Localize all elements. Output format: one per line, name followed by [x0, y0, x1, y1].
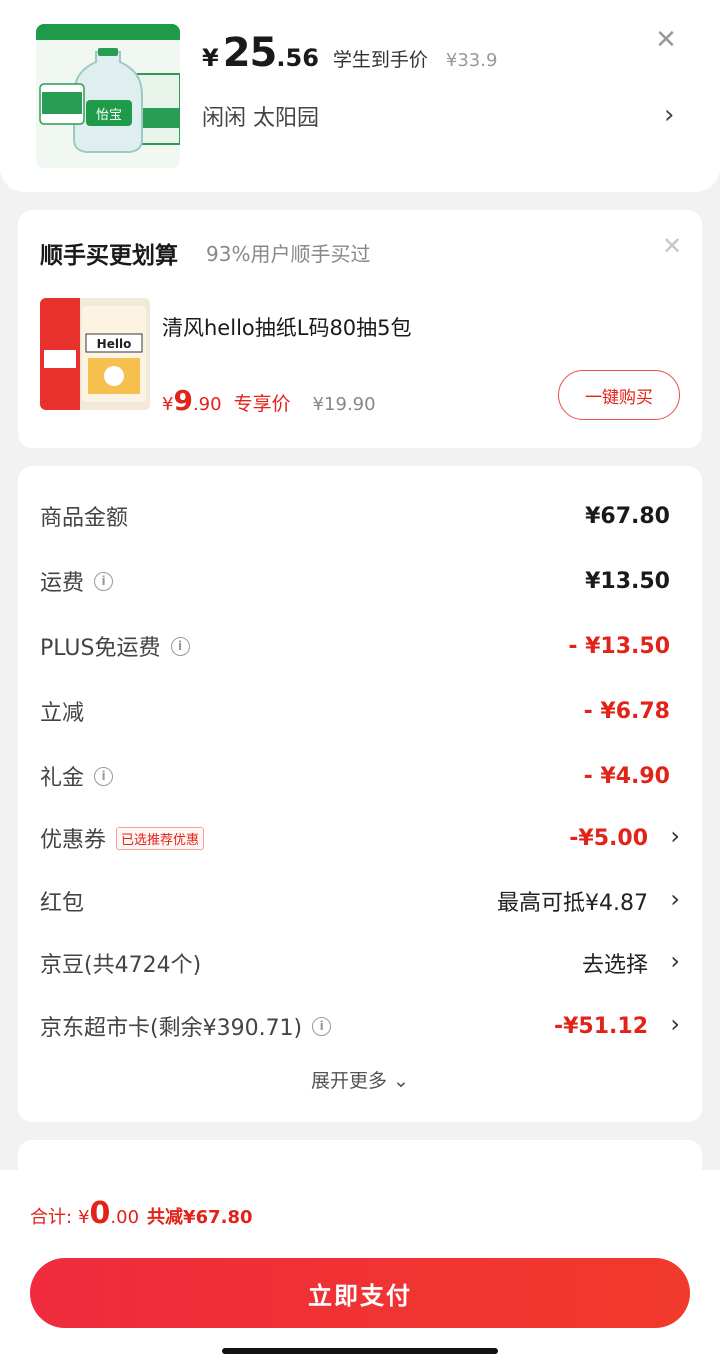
currency-symbol: ¥: [202, 44, 219, 72]
row-label: 运费 i: [40, 565, 114, 597]
bundle-recommendation-card: 顺手买更划算 93%用户顺手买过 ✕ Hello 清风hello抽纸L码80抽5…: [18, 210, 702, 448]
row-label: 立减: [40, 701, 85, 726]
row-label: PLUS免运费 i: [40, 630, 190, 662]
water-bottle-icon: 怡宝: [36, 24, 180, 168]
total-integer: 0: [89, 1196, 111, 1231]
total-decimal: .00: [110, 1207, 140, 1228]
row-value: -¥5.00: [569, 825, 648, 851]
row-value: ¥67.80: [585, 503, 670, 529]
row-value: - ¥6.78: [583, 698, 670, 724]
info-icon[interactable]: i: [94, 766, 114, 786]
row-label: 商品金额: [40, 506, 129, 531]
summary-row-jd-beans[interactable]: 京豆(共4724个) 去选择 ›: [40, 943, 680, 983]
bundle-title: 顺手买更划算: [40, 243, 178, 269]
expand-more-button[interactable]: 展开更多 ⌄: [18, 1066, 702, 1093]
original-price: ¥19.90: [312, 394, 376, 415]
chevron-right-icon[interactable]: ›: [670, 885, 680, 913]
summary-row-red-packet[interactable]: 红包 最高可抵¥4.87 ›: [40, 881, 680, 921]
total-saved: 共减¥67.80: [147, 1207, 253, 1228]
row-label: 礼金 i: [40, 760, 114, 792]
delivery-address[interactable]: 闲闲 太阳园: [202, 100, 319, 132]
price-tag: 专享价: [233, 393, 291, 415]
svg-text:Hello: Hello: [97, 337, 132, 351]
chevron-right-icon[interactable]: ›: [670, 1010, 680, 1038]
order-total: 合计: ¥ 0 .00 共减¥67.80: [30, 1196, 253, 1231]
summary-row: 商品金额 ¥67.80: [40, 496, 680, 536]
row-label: 京东超市卡(剩余¥390.71) i: [40, 1010, 332, 1042]
price-decimal: .90: [192, 394, 222, 415]
original-price: ¥33.9: [445, 50, 498, 71]
price-tag: 学生到手价: [332, 49, 428, 71]
currency-symbol: ¥: [162, 394, 174, 415]
checkout-bar: 合计: ¥ 0 .00 共减¥67.80 立即支付: [0, 1170, 720, 1366]
product-thumbnail[interactable]: 怡宝: [36, 24, 180, 168]
price-integer: 25: [222, 30, 278, 76]
chevron-right-icon[interactable]: ›: [670, 947, 680, 975]
close-icon[interactable]: ✕: [662, 232, 682, 260]
currency-symbol: ¥: [78, 1207, 90, 1228]
chevron-right-icon[interactable]: ›: [664, 100, 674, 130]
bundle-item-name[interactable]: 清风hello抽纸L码80抽5包: [162, 312, 412, 342]
pay-now-button[interactable]: 立即支付: [30, 1258, 690, 1328]
order-summary-card: 商品金额 ¥67.80 运费 i ¥13.50 PLUS免运费 i - ¥13.50…: [18, 466, 702, 1122]
summary-row: 运费 i ¥13.50: [40, 561, 680, 601]
price-integer: 9: [173, 384, 193, 417]
summary-row: 礼金 i - ¥4.90: [40, 756, 680, 796]
info-icon[interactable]: i: [312, 1016, 332, 1036]
recommended-badge: 已选推荐优惠: [116, 826, 205, 850]
info-icon[interactable]: i: [170, 636, 190, 656]
row-label: 京豆(共4724个): [40, 953, 202, 978]
bundle-item-price: ¥ 9 .90 专享价 ¥19.90: [162, 384, 376, 417]
row-value: - ¥4.90: [583, 763, 670, 789]
product-price: ¥ 25 .56 学生到手价 ¥33.9: [202, 30, 497, 76]
row-value: -¥51.12: [553, 1013, 648, 1039]
total-label: 合计:: [30, 1207, 73, 1228]
row-label: 优惠券 已选推荐优惠: [40, 822, 205, 854]
chevron-right-icon[interactable]: ›: [670, 822, 680, 850]
home-indicator[interactable]: [222, 1348, 498, 1354]
product-card[interactable]: 怡宝 ¥ 25 .56 学生到手价 ¥33.9 ✕ 闲闲 太阳园 ›: [0, 0, 720, 192]
row-value: 去选择: [581, 953, 648, 978]
summary-row-coupon[interactable]: 优惠券 已选推荐优惠 -¥5.00 ›: [40, 818, 680, 858]
one-click-buy-button[interactable]: 一键购买: [558, 370, 680, 420]
row-label: 红包: [40, 891, 85, 916]
bundle-subtitle: 93%用户顺手买过: [206, 242, 371, 266]
close-icon[interactable]: ✕: [652, 26, 680, 54]
row-value: - ¥13.50: [568, 633, 670, 659]
price-decimal: .56: [276, 44, 319, 72]
info-icon[interactable]: i: [94, 571, 114, 591]
summary-row-supermarket-card[interactable]: 京东超市卡(剩余¥390.71) i -¥51.12 ›: [40, 1006, 680, 1046]
tissue-pack-icon: Hello: [40, 298, 150, 410]
row-value: 最高可抵¥4.87: [497, 891, 648, 916]
bundle-item-thumbnail[interactable]: Hello: [40, 298, 150, 410]
summary-row: PLUS免运费 i - ¥13.50: [40, 626, 680, 666]
summary-row: 立减 - ¥6.78: [40, 691, 680, 731]
svg-text:怡宝: 怡宝: [96, 108, 122, 123]
row-value: ¥13.50: [585, 568, 670, 594]
